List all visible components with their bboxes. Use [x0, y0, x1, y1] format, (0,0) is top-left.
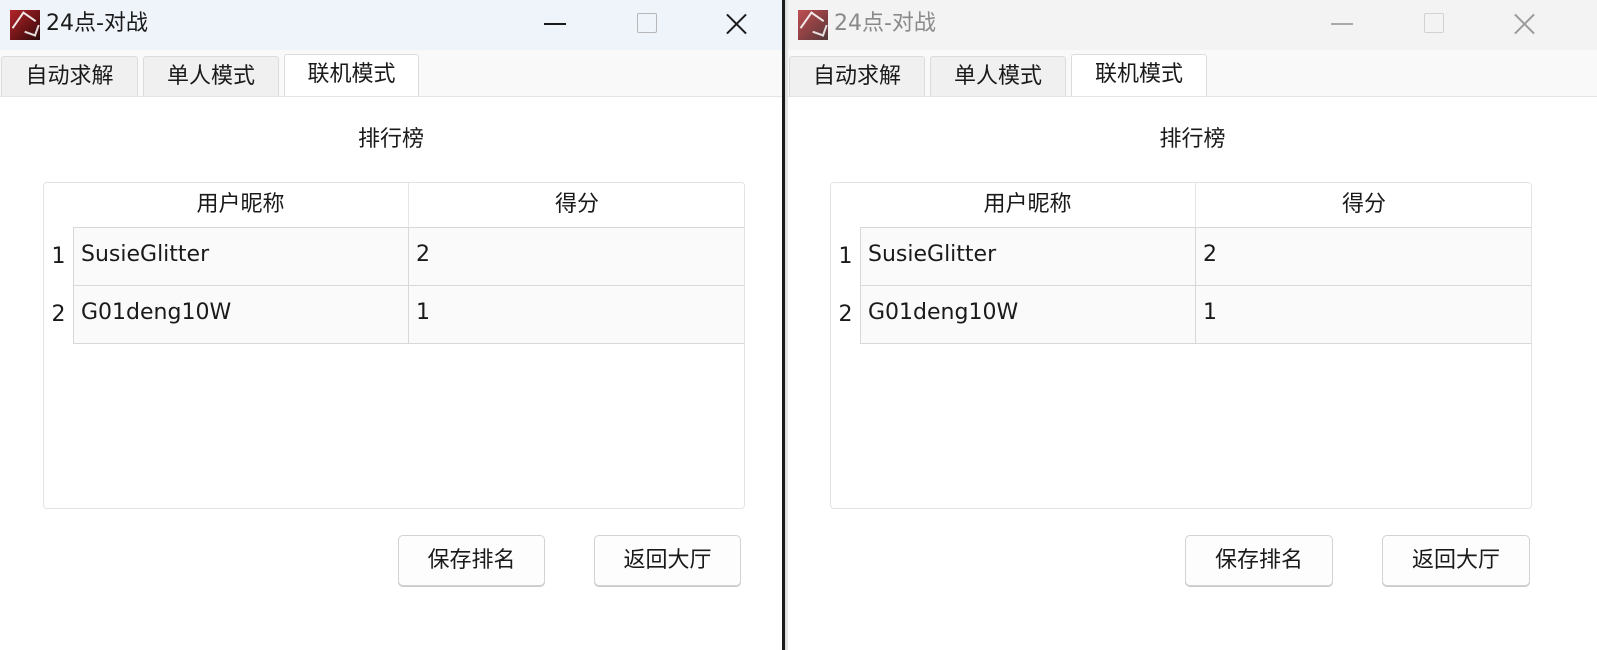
table-header: 用户昵称 得分 [831, 183, 1531, 227]
close-icon[interactable] [1504, 6, 1544, 42]
tab-auto-solve[interactable]: 自动求解 [1, 56, 138, 96]
tab-content: 排行榜 用户昵称 得分 1 SusieGlitter 2 2 G01deng10… [0, 96, 782, 650]
minimize-icon[interactable] [1323, 6, 1363, 42]
cell-nickname[interactable]: G01deng10W [73, 285, 409, 344]
leaderboard-table[interactable]: 用户昵称 得分 1 SusieGlitter 2 2 G01deng10W 1 [830, 182, 1532, 509]
column-header-score[interactable]: 得分 [409, 183, 744, 227]
tab-single-player[interactable]: 单人模式 [930, 56, 1066, 96]
save-ranking-button[interactable]: 保存排名 [1185, 535, 1333, 586]
battle-window-left: 24点-对战 自动求解 单人模式 联机模式 排行榜 用户昵称 得分 1 Susi… [0, 0, 782, 650]
cell-nickname[interactable]: G01deng10W [860, 285, 1196, 344]
leaderboard-table[interactable]: 用户昵称 得分 1 SusieGlitter 2 2 G01deng10W 1 [43, 182, 745, 509]
minimize-icon[interactable] [536, 6, 576, 42]
table-row[interactable]: 2 G01deng10W 1 [44, 285, 744, 344]
tab-auto-solve[interactable]: 自动求解 [789, 56, 925, 96]
close-icon[interactable] [716, 6, 756, 42]
tab-content: 排行榜 用户昵称 得分 1 SusieGlitter 2 2 G01deng10… [788, 96, 1597, 650]
tab-single-player[interactable]: 单人模式 [143, 56, 279, 96]
cell-score[interactable]: 1 [408, 285, 744, 344]
cell-score[interactable]: 2 [1195, 227, 1531, 286]
battle-window-right: 24点-对战 自动求解 单人模式 联机模式 排行榜 用户昵称 得分 1 Susi… [788, 0, 1597, 650]
return-lobby-button[interactable]: 返回大厅 [1382, 535, 1530, 586]
cell-score[interactable]: 1 [1195, 285, 1531, 344]
column-header-nickname[interactable]: 用户昵称 [860, 183, 1196, 227]
leaderboard-heading: 排行榜 [357, 127, 424, 152]
maximize-icon[interactable] [1415, 6, 1455, 42]
leaderboard-heading: 排行榜 [1159, 127, 1226, 152]
tab-bar: 自动求解 单人模式 联机模式 [0, 54, 782, 98]
app-icon [10, 10, 40, 40]
title-bar[interactable]: 24点-对战 [788, 0, 1597, 50]
tab-online-mode[interactable]: 联机模式 [284, 54, 419, 96]
window-title: 24点-对战 [834, 11, 936, 36]
tab-bar: 自动求解 单人模式 联机模式 [788, 54, 1597, 98]
tab-online-mode[interactable]: 联机模式 [1071, 54, 1207, 96]
row-index: 2 [831, 285, 860, 344]
cell-nickname[interactable]: SusieGlitter [860, 227, 1196, 286]
return-lobby-button[interactable]: 返回大厅 [594, 535, 741, 586]
save-ranking-button[interactable]: 保存排名 [398, 535, 545, 586]
table-row[interactable]: 1 SusieGlitter 2 [44, 227, 744, 286]
title-bar[interactable]: 24点-对战 [0, 0, 782, 50]
table-header: 用户昵称 得分 [44, 183, 744, 227]
app-icon [798, 10, 828, 40]
table-row[interactable]: 2 G01deng10W 1 [831, 285, 1531, 344]
cell-nickname[interactable]: SusieGlitter [73, 227, 409, 286]
row-index: 2 [44, 285, 73, 344]
column-header-score[interactable]: 得分 [1196, 183, 1531, 227]
maximize-icon[interactable] [628, 6, 668, 42]
column-header-nickname[interactable]: 用户昵称 [73, 183, 409, 227]
row-index: 1 [831, 227, 860, 286]
cell-score[interactable]: 2 [408, 227, 744, 286]
window-title: 24点-对战 [46, 11, 148, 36]
table-row[interactable]: 1 SusieGlitter 2 [831, 227, 1531, 286]
row-index: 1 [44, 227, 73, 286]
